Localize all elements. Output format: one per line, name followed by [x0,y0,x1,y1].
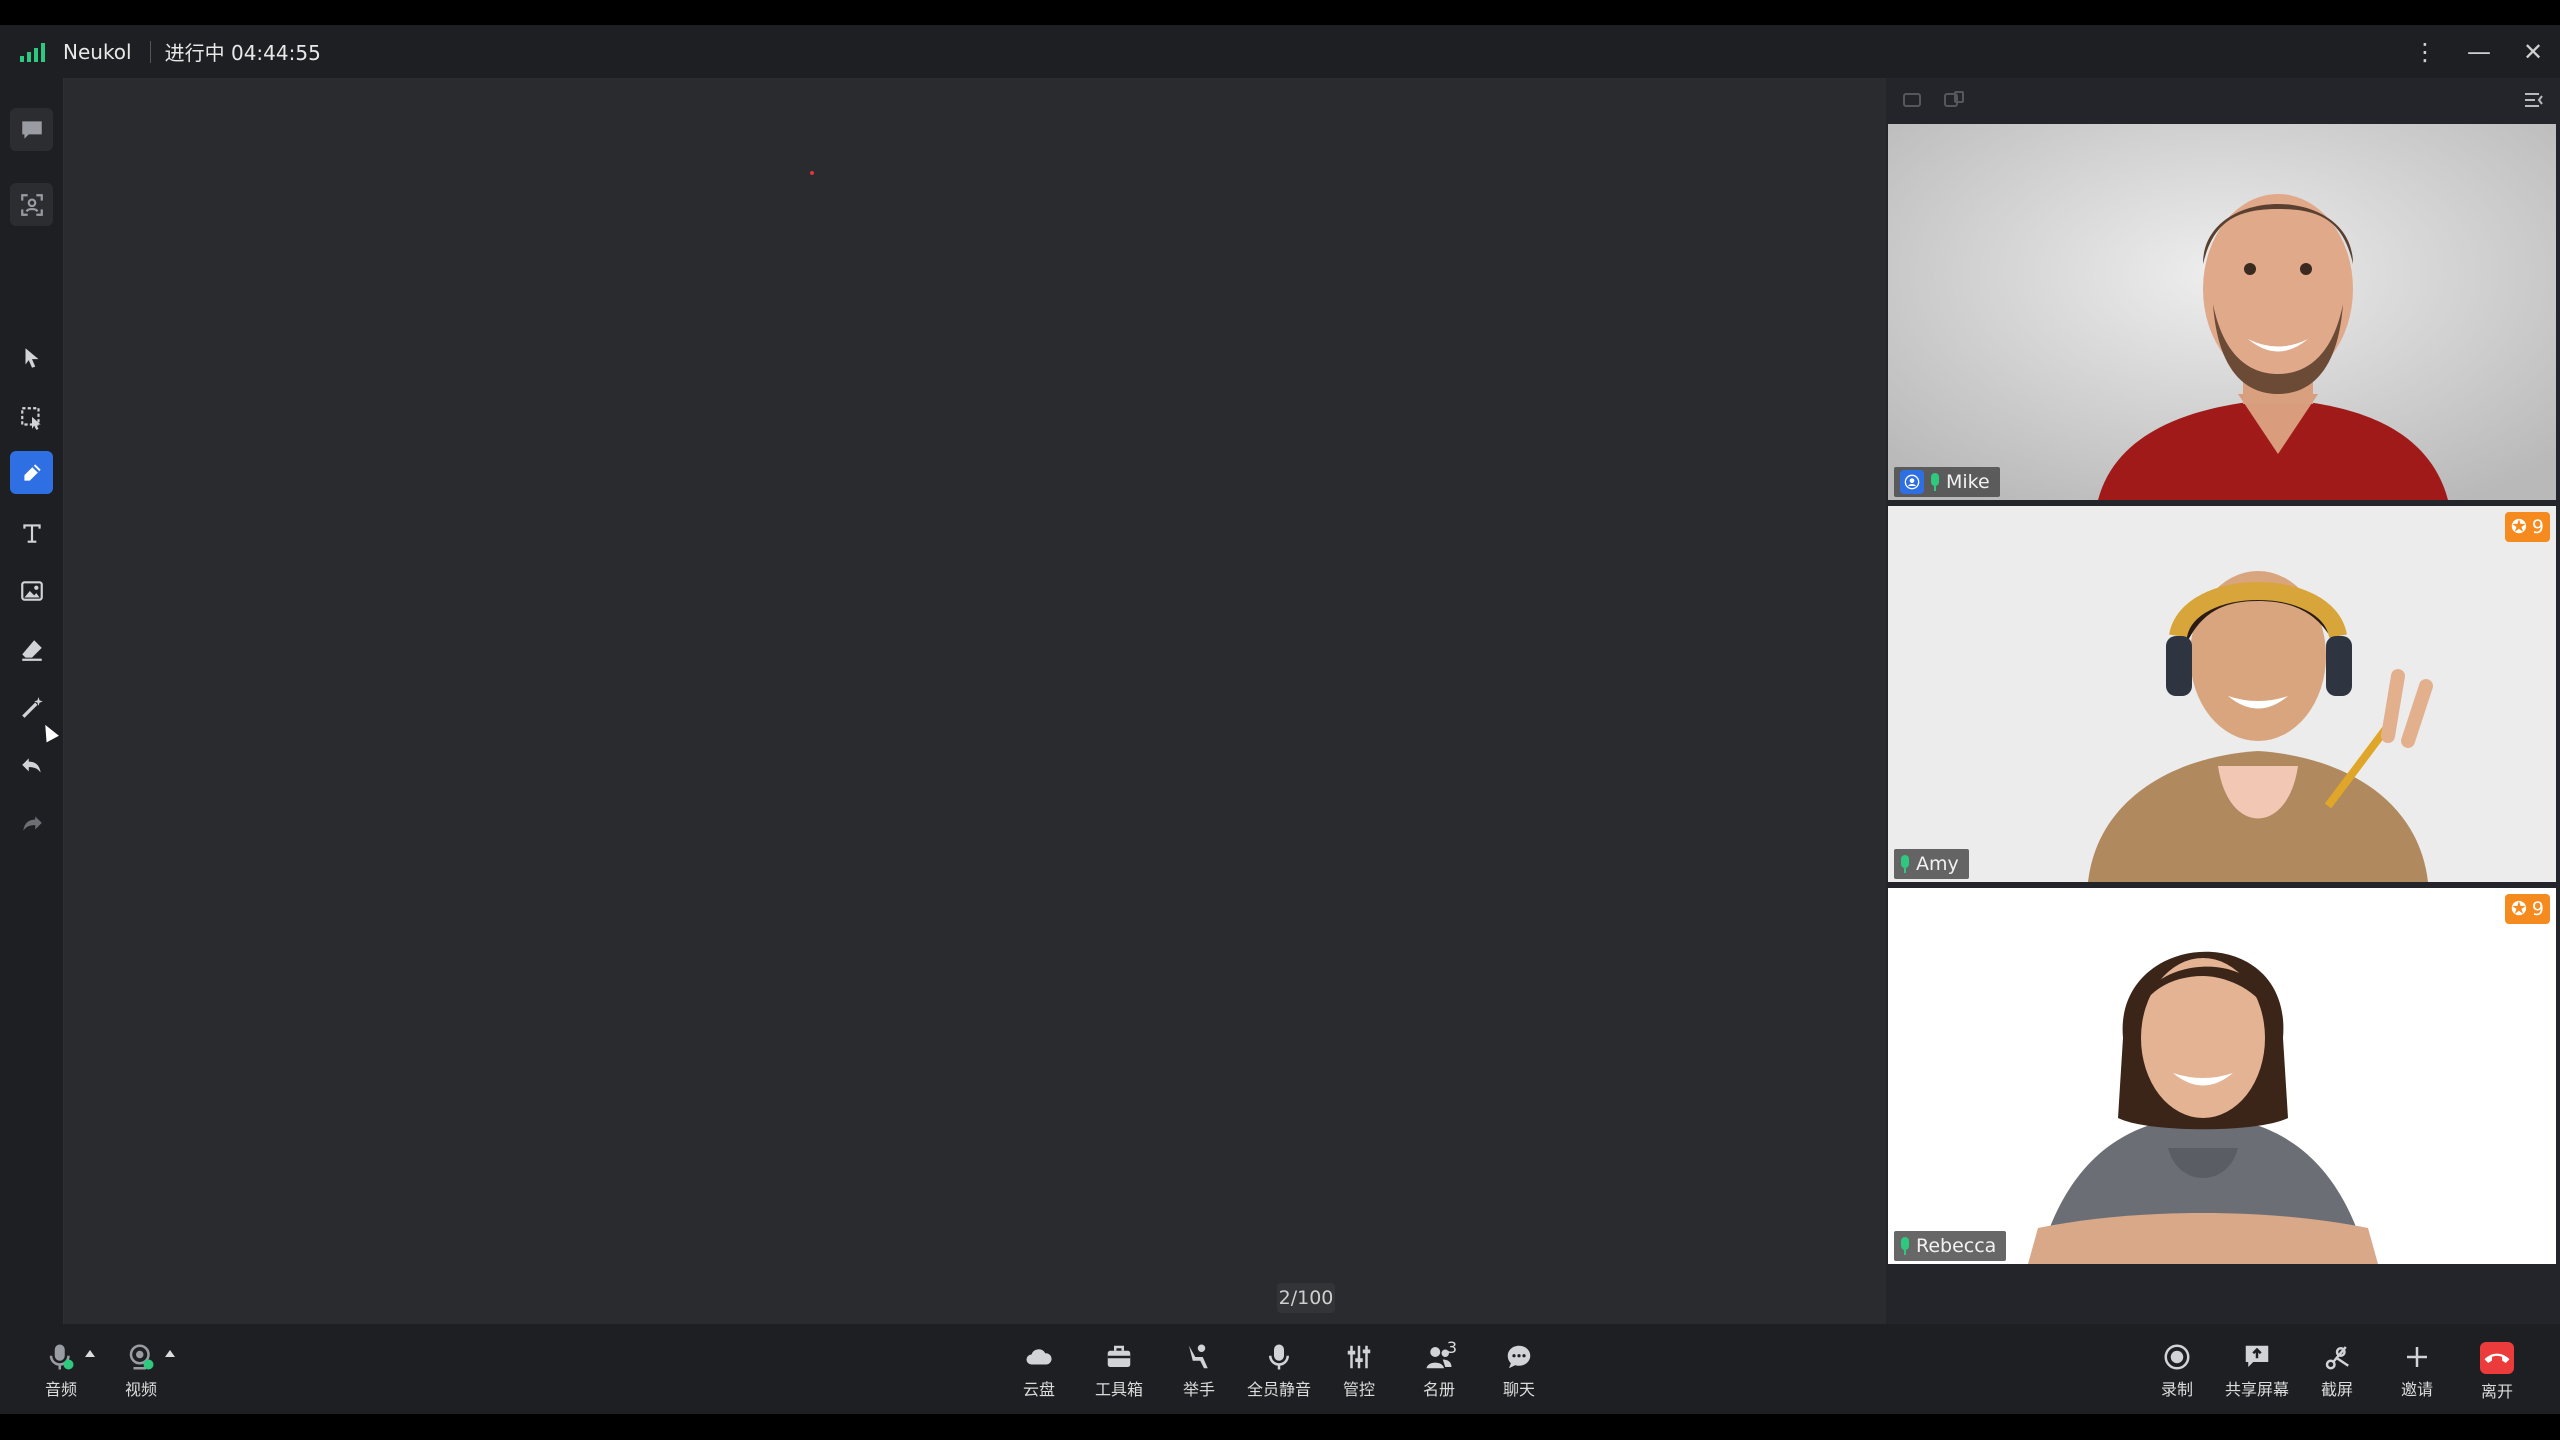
participant-name: Rebecca [1916,1235,1997,1257]
invite-label: 邀请 [2400,1380,2433,1399]
cloud-drive-button[interactable]: 云盘 [999,1342,1079,1402]
screenshot-label: 截屏 [2320,1380,2353,1399]
area-select-icon[interactable] [10,396,53,439]
record-label: 录制 [2160,1380,2193,1399]
chat-label: 聊天 [1502,1380,1535,1399]
whiteboard-toolbar [0,78,64,1324]
participant-name-tag: Rebecca [1894,1231,2007,1261]
toolbox-icon [1107,1345,1131,1367]
minimize-button[interactable]: — [2452,38,2506,66]
title-bar: Neukol 进行中 04:44:55 ⋮ — ✕ [0,25,2560,78]
microphone-on-icon [1931,473,1939,491]
audio-options-caret[interactable] [85,1350,95,1357]
single-view-icon[interactable] [1900,88,1924,112]
redo-icon[interactable] [10,802,53,845]
microphone-on-icon [1901,1237,1909,1255]
record-icon [2164,1344,2190,1370]
video-panel-header [1886,78,2560,122]
camera-icon [129,1344,154,1370]
screenshot-button[interactable]: 截屏 [2297,1342,2377,1402]
leave-button[interactable]: 离开 [2457,1342,2537,1402]
raise-hand-icon [1189,1344,1208,1369]
mute-all-icon [1269,1344,1289,1370]
leave-label: 离开 [2480,1382,2513,1401]
close-button[interactable]: ✕ [2506,38,2560,66]
magic-wand-icon[interactable] [10,686,53,729]
video-panel: Mike ✪ 9 Amy ✪ 9 Rebecca [1886,78,2560,1324]
trophy-icon: ✪ [2510,516,2527,538]
mute-all-label: 全员静音 [1246,1380,1311,1399]
more-options-icon[interactable]: ⋮ [2398,38,2452,66]
bottom-toolbar: 音频 视频 云盘 工具箱 举手 全员静音 管控 3 名册 聊天 录制 共享屏幕 … [0,1324,2560,1414]
participant-video-rebecca [1888,888,2556,1264]
app-name: Neukol [63,39,132,64]
mute-all-button[interactable]: 全员静音 [1239,1342,1319,1402]
raise-hand-button[interactable]: 举手 [1159,1342,1239,1402]
eraser-icon[interactable] [10,628,53,671]
record-button[interactable]: 录制 [2137,1342,2217,1402]
video-button[interactable]: 视频 [101,1342,181,1402]
roster-count: 3 [1446,1338,1457,1357]
toolbox-label: 工具箱 [1094,1380,1143,1399]
participant-name: Amy [1916,853,1959,875]
share-screen-button[interactable]: 共享屏幕 [2217,1342,2297,1402]
grid-view-icon[interactable] [1942,88,1966,112]
host-badge-icon [1900,470,1924,494]
invite-button[interactable]: 邀请 [2377,1342,2457,1402]
participant-name-tag: Amy [1894,849,1969,879]
chat-icon[interactable] [10,108,53,151]
trophy-icon: ✪ [2510,898,2527,920]
reward-badge: ✪ 9 [2504,894,2550,924]
video-tile-mike[interactable]: Mike [1888,124,2556,500]
microphone-icon [49,1344,74,1370]
participant-video-mike [1888,124,2556,500]
raise-hand-label: 举手 [1182,1380,1215,1399]
controls-button[interactable]: 管控 [1319,1342,1399,1402]
controls-icon [1347,1345,1371,1369]
whiteboard-canvas[interactable]: 2/100 [64,78,1886,1324]
meeting-status-timer: 进行中 04:44:55 [164,41,321,65]
toolbox-button[interactable]: 工具箱 [1079,1342,1159,1402]
reward-count: 9 [2531,898,2544,920]
video-tile-amy[interactable]: ✪ 9 Amy [1888,506,2556,882]
screenshot-icon[interactable] [10,183,53,226]
video-tile-rebecca[interactable]: ✪ 9 Rebecca [1888,888,2556,1264]
roster-label: 名册 [1422,1380,1455,1399]
participant-name-tag: Mike [1894,467,2000,497]
screenshot-icon [2325,1346,2349,1370]
video-options-caret[interactable] [165,1350,175,1357]
collapse-panel-icon[interactable] [2522,88,2546,112]
select-arrow-icon[interactable] [10,336,53,379]
chat-icon [1507,1345,1531,1369]
invite-icon [2407,1347,2427,1367]
audio-button[interactable]: 音频 [21,1342,101,1402]
reward-count: 9 [2531,516,2544,538]
reward-badge: ✪ 9 [2504,512,2550,542]
image-icon[interactable] [10,569,53,612]
pen-icon[interactable] [10,451,53,494]
roster-button[interactable]: 3 名册 [1399,1338,1479,1402]
video-label: 视频 [124,1380,157,1399]
title-divider [149,40,151,63]
controls-label: 管控 [1342,1380,1375,1399]
share-screen-label: 共享屏幕 [2224,1380,2289,1399]
audio-label: 音频 [44,1380,77,1399]
cloud-drive-label: 云盘 [1022,1380,1055,1399]
pen-stroke-dot [810,171,814,175]
page-indicator: 2/100 [1277,1283,1335,1313]
text-icon[interactable] [10,511,53,554]
chat-button[interactable]: 聊天 [1479,1342,1559,1402]
share-screen-icon [2245,1345,2269,1367]
microphone-on-icon [1901,855,1909,873]
participant-name: Mike [1946,471,1990,493]
undo-icon[interactable] [10,744,53,787]
cloud-icon [1026,1349,1052,1365]
signal-strength-icon [20,42,45,62]
leave-icon [2480,1342,2514,1374]
participant-video-amy [1888,506,2556,882]
